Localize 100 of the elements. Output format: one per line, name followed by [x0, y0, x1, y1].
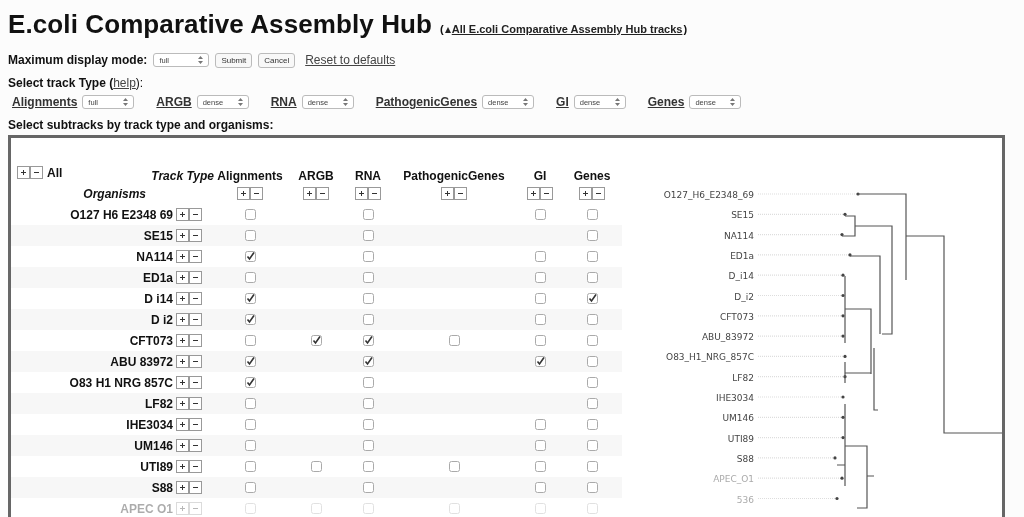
minus-button[interactable]	[250, 187, 263, 200]
track-type-link[interactable]: Alignments	[12, 95, 78, 109]
checkbox[interactable]	[244, 314, 256, 325]
checkbox[interactable]	[586, 461, 598, 472]
form-button[interactable]: Cancel	[258, 52, 296, 68]
minus-button[interactable]	[189, 397, 202, 410]
checkbox[interactable]	[244, 251, 256, 262]
checkbox[interactable]	[244, 440, 256, 451]
checkbox[interactable]	[586, 482, 598, 493]
checkbox[interactable]	[534, 272, 546, 283]
minus-button[interactable]	[189, 334, 202, 347]
track-type-link[interactable]: RNA	[270, 95, 297, 109]
checkbox[interactable]	[362, 293, 374, 304]
minus-button[interactable]	[316, 187, 329, 200]
checkbox[interactable]	[244, 356, 256, 367]
checkbox[interactable]	[534, 419, 546, 430]
checkbox[interactable]	[362, 251, 374, 262]
checkbox[interactable]	[586, 251, 598, 262]
plus-button[interactable]	[176, 271, 189, 284]
checkbox[interactable]	[534, 461, 546, 472]
checkbox[interactable]	[362, 356, 374, 367]
checkbox[interactable]	[362, 209, 374, 220]
track-type-link[interactable]: Genes	[647, 95, 685, 109]
checkbox[interactable]	[586, 377, 598, 388]
checkbox[interactable]	[448, 461, 460, 472]
minus-button[interactable]	[30, 166, 43, 179]
checkbox[interactable]	[362, 398, 374, 409]
minus-button[interactable]	[189, 250, 202, 263]
minus-button[interactable]	[189, 208, 202, 221]
checkbox[interactable]	[362, 230, 374, 241]
minus-button[interactable]	[368, 187, 381, 200]
minus-button[interactable]	[592, 187, 605, 200]
plus-button[interactable]	[176, 439, 189, 452]
checkbox[interactable]	[534, 356, 546, 367]
plus-button[interactable]	[17, 166, 30, 179]
minus-button[interactable]	[189, 271, 202, 284]
minus-button[interactable]	[189, 313, 202, 326]
checkbox[interactable]	[362, 377, 374, 388]
checkbox[interactable]	[586, 293, 598, 304]
plus-button[interactable]	[176, 481, 189, 494]
plus-button[interactable]	[176, 250, 189, 263]
checkbox[interactable]	[586, 230, 598, 241]
plus-button[interactable]	[176, 334, 189, 347]
checkbox[interactable]	[534, 482, 546, 493]
help-link[interactable]: help	[113, 76, 136, 90]
minus-button[interactable]	[540, 187, 553, 200]
checkbox[interactable]	[534, 335, 546, 346]
minus-button[interactable]	[189, 481, 202, 494]
checkbox[interactable]	[362, 482, 374, 493]
plus-button[interactable]	[176, 460, 189, 473]
checkbox[interactable]	[534, 251, 546, 262]
checkbox[interactable]	[362, 419, 374, 430]
plus-button[interactable]	[237, 187, 250, 200]
checkbox[interactable]	[244, 461, 256, 472]
all-tracks-link[interactable]: All E.coli Comparative Assembly Hub tracks	[451, 23, 683, 35]
checkbox[interactable]	[586, 356, 598, 367]
track-type-link[interactable]: PathogenicGenes	[375, 95, 478, 109]
plus-button[interactable]	[355, 187, 368, 200]
checkbox[interactable]	[586, 440, 598, 451]
form-button[interactable]: Submit	[215, 52, 253, 68]
track-type-link[interactable]: ARGB	[156, 95, 192, 109]
minus-button[interactable]	[189, 439, 202, 452]
checkbox[interactable]	[244, 419, 256, 430]
plus-button[interactable]	[176, 292, 189, 305]
checkbox[interactable]	[586, 335, 598, 346]
checkbox[interactable]	[244, 482, 256, 493]
plus-button[interactable]	[527, 187, 540, 200]
plus-button[interactable]	[303, 187, 316, 200]
minus-button[interactable]	[189, 229, 202, 242]
checkbox[interactable]	[244, 230, 256, 241]
minus-button[interactable]	[189, 292, 202, 305]
checkbox[interactable]	[534, 209, 546, 220]
plus-button[interactable]	[579, 187, 592, 200]
plus-button[interactable]	[176, 208, 189, 221]
checkbox[interactable]	[586, 398, 598, 409]
plus-button[interactable]	[176, 376, 189, 389]
minus-button[interactable]	[189, 376, 202, 389]
checkbox[interactable]	[244, 209, 256, 220]
checkbox[interactable]	[586, 314, 598, 325]
checkbox[interactable]	[244, 377, 256, 388]
plus-button[interactable]	[176, 418, 189, 431]
minus-button[interactable]	[189, 418, 202, 431]
minus-button[interactable]	[189, 355, 202, 368]
plus-button[interactable]	[176, 397, 189, 410]
minus-button[interactable]	[189, 460, 202, 473]
reset-link[interactable]: Reset to defaults	[305, 53, 396, 67]
track-type-link[interactable]: GI	[556, 95, 569, 109]
checkbox[interactable]	[586, 209, 598, 220]
plus-button[interactable]	[176, 229, 189, 242]
plus-button[interactable]	[176, 313, 189, 326]
checkbox[interactable]	[244, 335, 256, 346]
checkbox[interactable]	[244, 293, 256, 304]
plus-button[interactable]	[176, 355, 189, 368]
checkbox[interactable]	[244, 272, 256, 283]
checkbox[interactable]	[362, 272, 374, 283]
checkbox[interactable]	[586, 272, 598, 283]
checkbox[interactable]	[534, 314, 546, 325]
checkbox[interactable]	[362, 461, 374, 472]
checkbox[interactable]	[362, 335, 374, 346]
checkbox[interactable]	[534, 440, 546, 451]
